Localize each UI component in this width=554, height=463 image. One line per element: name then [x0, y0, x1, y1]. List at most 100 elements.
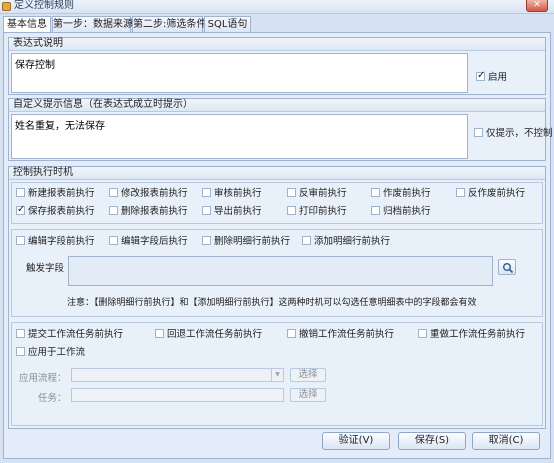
timing-checkbox-submit-workflow[interactable]: 提交工作流任务前执行 — [16, 329, 123, 341]
prompt-group-title: 自定义提示信息（在表达式成立时提示） — [9, 99, 545, 112]
checkbox-box[interactable] — [109, 236, 118, 245]
apply-process-select[interactable]: ▼ — [71, 368, 284, 382]
tab-filter-conditions[interactable]: 第二步:筛选条件 — [132, 16, 206, 32]
checkbox-label: 删除明细行前执行 — [214, 236, 291, 247]
trigger-field-label: 触发字段 — [26, 263, 65, 274]
workflow-timing-panel: 提交工作流任务前执行 回退工作流任务前执行 撤销工作流任务前执行 重做工作流任务… — [11, 322, 543, 426]
checkbox-label: 反审前执行 — [299, 188, 347, 199]
timing-group-title: 控制执行时机 — [9, 167, 545, 180]
checkbox-box[interactable] — [16, 329, 25, 338]
checkbox-label: 新建报表前执行 — [28, 188, 95, 199]
timing-checkbox-export[interactable]: 导出前执行 — [202, 206, 262, 218]
trigger-field-box[interactable] — [68, 256, 493, 286]
validate-button[interactable]: 验证(V) — [322, 432, 390, 450]
enable-label: 启用 — [488, 72, 508, 83]
prompt-only-checkbox[interactable]: 仅提示，不控制 — [474, 128, 553, 140]
checkbox-label: 编辑字段前执行 — [28, 236, 95, 247]
expression-input[interactable]: 保存控制 — [11, 53, 468, 93]
checkbox-box[interactable] — [474, 128, 483, 137]
checkbox-box[interactable] — [456, 188, 465, 197]
tab-content: 表达式说明 保存控制 启用 自定义提示信息（在表达式成立时提示） 姓名重复，无法… — [3, 32, 553, 459]
checkbox-label: 撤销工作流任务前执行 — [299, 329, 395, 340]
checkbox-label: 反作废前执行 — [468, 188, 526, 199]
checkbox-label: 回退工作流任务前执行 — [167, 329, 263, 340]
timing-checkbox-revoke-workflow[interactable]: 撤销工作流任务前执行 — [287, 329, 394, 341]
checkbox-label: 应用于工作流 — [28, 347, 86, 358]
chevron-down-icon: ▼ — [271, 369, 283, 381]
timing-checkbox-unvoid[interactable]: 反作废前执行 — [456, 188, 525, 200]
checkbox-box[interactable] — [302, 236, 311, 245]
checkbox-label: 修改报表前执行 — [121, 188, 188, 199]
checkbox-box[interactable] — [109, 206, 118, 215]
checkbox-label: 编辑字段后执行 — [121, 236, 188, 247]
trigger-field-search-button[interactable] — [498, 259, 516, 275]
expression-group: 表达式说明 保存控制 启用 — [8, 37, 546, 95]
checkbox-box[interactable] — [202, 206, 211, 215]
task-label: 任务： — [38, 393, 67, 404]
enable-checkbox[interactable]: 启用 — [476, 70, 508, 84]
checkbox-label: 提交工作流任务前执行 — [28, 329, 124, 340]
window-title: 定义控制规则 — [14, 0, 74, 11]
checkbox-label: 添加明细行前执行 — [314, 236, 391, 247]
timing-checkbox-archive[interactable]: 归档前执行 — [371, 206, 431, 218]
timing-checkbox-new-report[interactable]: 新建报表前执行 — [16, 188, 95, 200]
checkbox-label: 导出前执行 — [214, 206, 262, 217]
timing-checkbox-audit[interactable]: 审核前执行 — [202, 188, 262, 200]
checkbox-box[interactable] — [287, 206, 296, 215]
checkbox-label: 归档前执行 — [383, 206, 431, 217]
timing-checkbox-delete-report[interactable]: 删除报表前执行 — [109, 206, 188, 218]
timing-checkbox-add-detail-row[interactable]: 添加明细行前执行 — [302, 236, 390, 248]
prompt-group: 自定义提示信息（在表达式成立时提示） 姓名重复，无法保存 仅提示，不控制 — [8, 98, 553, 161]
checkbox-box[interactable] — [287, 329, 296, 338]
timing-checkbox-void[interactable]: 作废前执行 — [371, 188, 431, 200]
tab-basic-info[interactable]: 基本信息 — [3, 16, 51, 33]
checkbox-label: 保存报表前执行 — [28, 206, 95, 217]
prompt-input[interactable]: 姓名重复，无法保存 — [11, 114, 468, 159]
checkbox-box[interactable] — [371, 206, 380, 215]
trigger-note: 注意：【删除明细行前执行】和【添加明细行前执行】这两种时机可以勾选任意明细表中的… — [67, 298, 477, 308]
task-select-button[interactable]: 选择 — [290, 388, 326, 402]
apply-workflow-checkbox[interactable]: 应用于工作流 — [16, 347, 85, 359]
prompt-only-label: 仅提示，不控制 — [486, 128, 553, 139]
close-button[interactable]: ✕ — [526, 0, 548, 12]
timing-checkbox-before-edit-field[interactable]: 编辑字段前执行 — [16, 236, 95, 248]
search-icon — [503, 263, 514, 274]
checkbox-label: 打印前执行 — [299, 206, 347, 217]
apply-process-select-button[interactable]: 选择 — [290, 368, 326, 382]
timing-checkbox-redo-workflow[interactable]: 重做工作流任务前执行 — [418, 329, 525, 341]
timing-group: 控制执行时机 新建报表前执行 修改报表前执行 审核前执行 反审前执行 作废前执行… — [8, 166, 546, 429]
expression-group-title: 表达式说明 — [9, 38, 545, 51]
save-button[interactable]: 保存(S) — [398, 432, 466, 450]
checkbox-box[interactable] — [155, 329, 164, 338]
timing-checkbox-edit-report[interactable]: 修改报表前执行 — [109, 188, 188, 200]
checkbox-box[interactable] — [371, 188, 380, 197]
timing-checkbox-print[interactable]: 打印前执行 — [287, 206, 347, 218]
checkbox-label: 删除报表前执行 — [121, 206, 188, 217]
timing-checkbox-after-edit-field[interactable]: 编辑字段后执行 — [109, 236, 188, 248]
checkbox-box[interactable] — [109, 188, 118, 197]
task-field[interactable] — [71, 388, 284, 402]
checkbox-box[interactable] — [476, 70, 485, 82]
checkbox-box[interactable] — [16, 347, 25, 356]
report-timing-panel: 新建报表前执行 修改报表前执行 审核前执行 反审前执行 作废前执行 反作废前执行… — [11, 182, 543, 224]
checkbox-label: 重做工作流任务前执行 — [430, 329, 526, 340]
checkbox-box[interactable] — [287, 188, 296, 197]
timing-checkbox-save-report[interactable]: 保存报表前执行 — [16, 204, 95, 218]
detail-timing-panel: 编辑字段前执行 编辑字段后执行 删除明细行前执行 添加明细行前执行 触发字段 注… — [11, 229, 543, 317]
title-bar: 定义控制规则 ✕ — [0, 0, 554, 14]
tab-sql[interactable]: SQL语句 — [204, 16, 251, 32]
checkbox-box[interactable] — [16, 188, 25, 197]
checkbox-box[interactable] — [202, 236, 211, 245]
checkbox-label: 审核前执行 — [214, 188, 262, 199]
checkbox-box[interactable] — [16, 236, 25, 245]
tab-data-source[interactable]: 第一步：数据来源 — [52, 16, 133, 32]
timing-checkbox-unaudit[interactable]: 反审前执行 — [287, 188, 347, 200]
checkbox-label: 作废前执行 — [383, 188, 431, 199]
checkbox-box[interactable] — [418, 329, 427, 338]
timing-checkbox-rollback-workflow[interactable]: 回退工作流任务前执行 — [155, 329, 262, 341]
checkbox-box[interactable] — [16, 204, 25, 216]
app-icon — [2, 2, 11, 11]
timing-checkbox-delete-detail-row[interactable]: 删除明细行前执行 — [202, 236, 290, 248]
checkbox-box[interactable] — [202, 188, 211, 197]
cancel-button[interactable]: 取消(C) — [472, 432, 540, 450]
